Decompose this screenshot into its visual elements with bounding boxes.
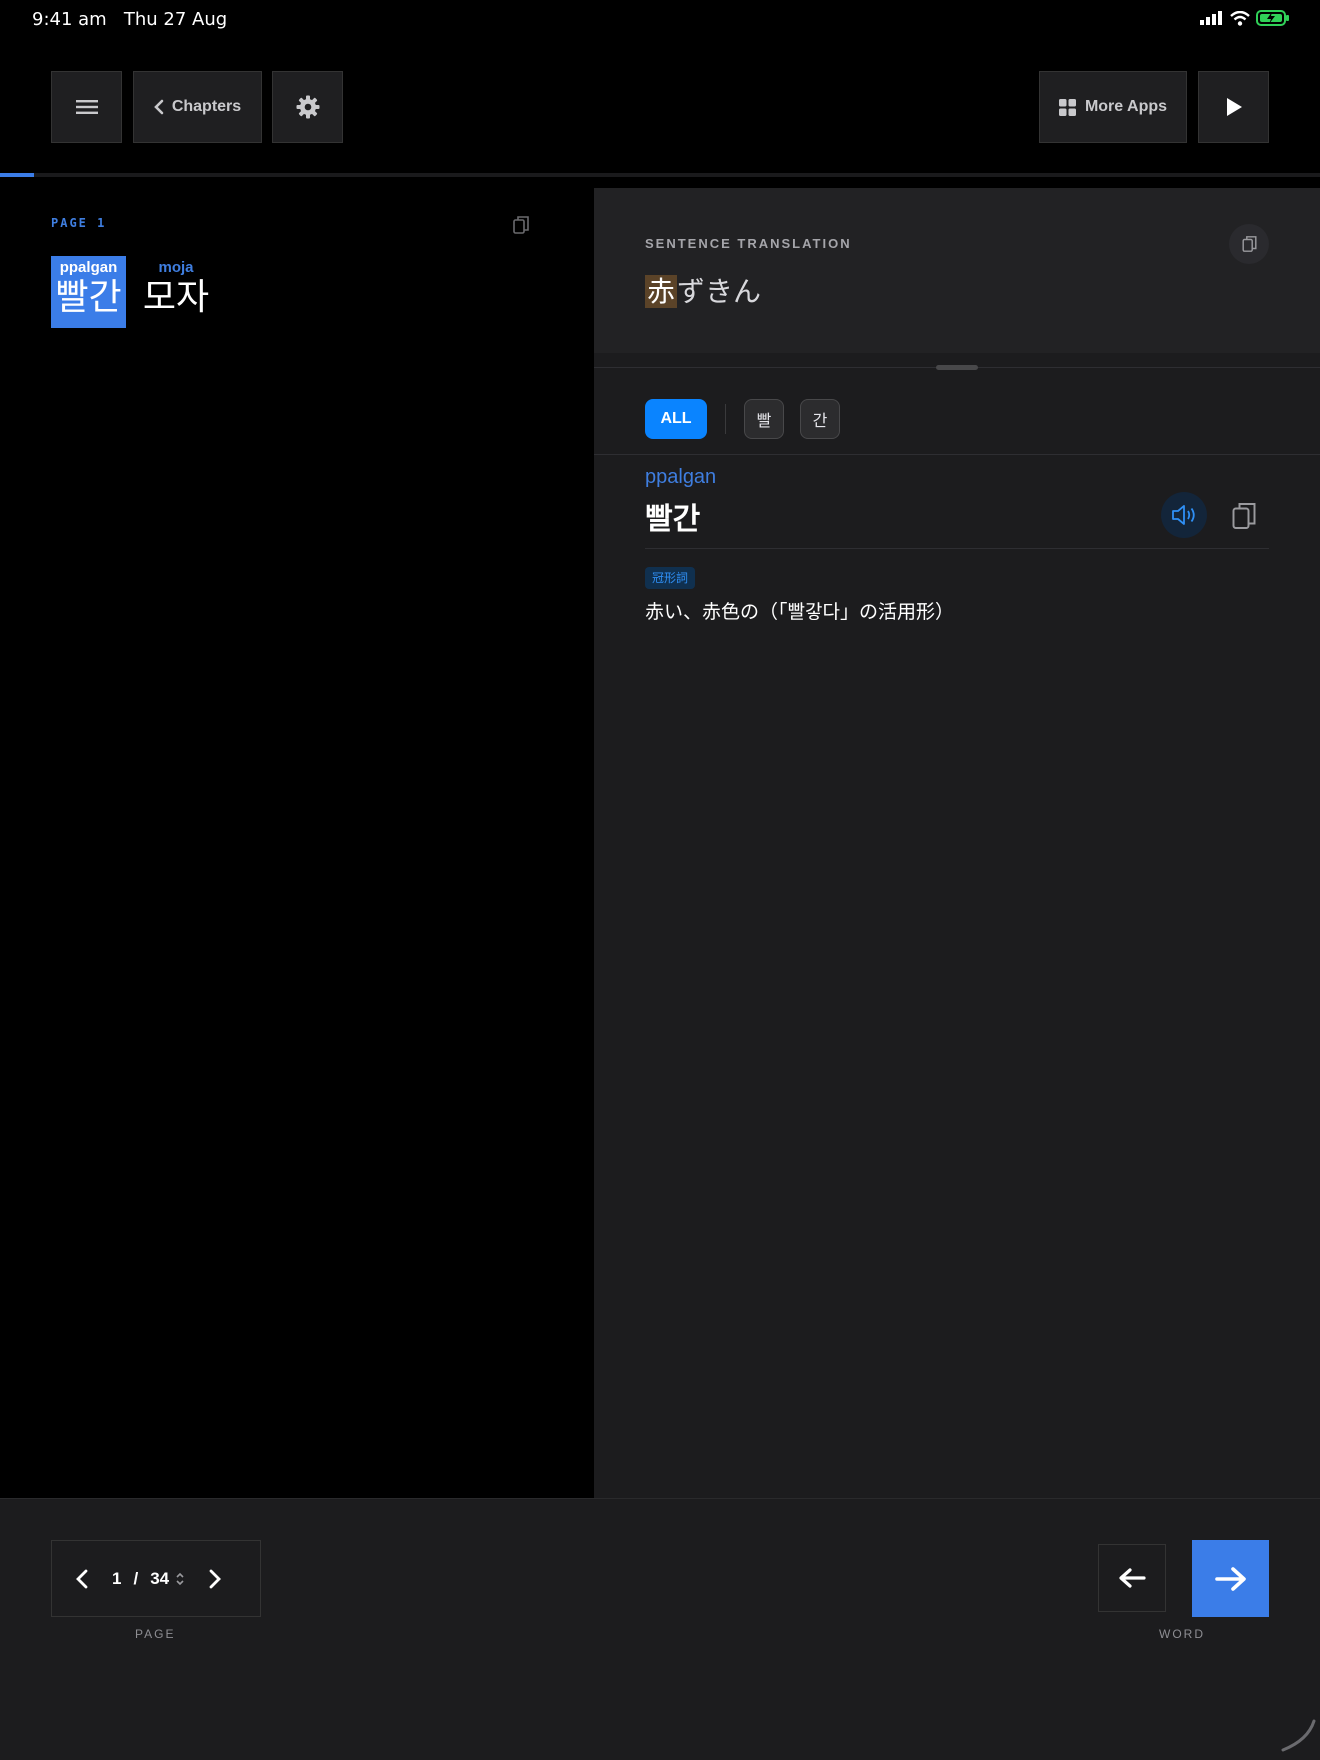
- gear-icon: [296, 95, 319, 119]
- word-token[interactable]: moja 모자: [136, 256, 216, 328]
- copy-entry-button[interactable]: [1232, 501, 1256, 535]
- status-indicators: [1200, 10, 1290, 26]
- translation-card: [594, 188, 1320, 353]
- filter-all-chip[interactable]: ALL: [645, 399, 707, 439]
- word-romanization: ppalgan: [59, 259, 118, 276]
- speaker-icon: [1172, 505, 1195, 525]
- apps-grid-icon: [1058, 98, 1076, 116]
- copy-translation-button[interactable]: [1229, 224, 1269, 264]
- status-clock: 9:41 am: [32, 9, 107, 30]
- page-caption: PAGE: [135, 1627, 176, 1641]
- current-page: 1: [112, 1568, 122, 1588]
- detail-panel: [594, 188, 1320, 1498]
- chevron-right-icon: [209, 1569, 222, 1588]
- entry-word: 빨간: [645, 502, 701, 537]
- syllable-chip[interactable]: 간: [800, 399, 840, 439]
- next-word-button[interactable]: [1192, 1540, 1269, 1617]
- arrow-right-icon: [1214, 1566, 1246, 1591]
- chevron-left-icon: [76, 1569, 88, 1588]
- page-label: PAGE 1: [51, 216, 107, 230]
- page-pager: 1 / 34: [51, 1540, 261, 1617]
- entry-romanization: ppalgan: [645, 466, 717, 488]
- copy-icon: [1232, 503, 1256, 529]
- definition-text: 赤い、赤色の（「빨갛다」の活用形）: [645, 601, 954, 623]
- part-of-speech-badge: 冠形詞: [645, 567, 696, 589]
- syllable-chip[interactable]: 빨: [744, 399, 784, 439]
- word-hangul: 빨간: [55, 277, 122, 318]
- play-icon: [1226, 98, 1242, 116]
- resize-handle[interactable]: [936, 365, 978, 370]
- play-button[interactable]: [1198, 71, 1269, 143]
- copy-icon: [1241, 236, 1257, 252]
- menu-button[interactable]: [51, 71, 122, 143]
- translation-text: 赤ずきん: [645, 272, 761, 312]
- status-time: 9:41 am Thu 27 Aug: [32, 9, 227, 30]
- entry-divider: [645, 548, 1269, 549]
- status-date: Thu 27 Aug: [123, 9, 228, 30]
- word-romanization: moja: [158, 259, 194, 276]
- total-pages: 34: [150, 1568, 170, 1588]
- filter-divider: [594, 454, 1320, 455]
- word-hangul: 모자: [142, 277, 210, 318]
- more-apps-label: More Apps: [1084, 98, 1168, 115]
- word-caption: WORD: [1159, 1627, 1205, 1641]
- page-separator: /: [133, 1568, 139, 1588]
- translation-highlight: 赤: [645, 275, 678, 308]
- up-down-chevron-icon: [176, 1572, 184, 1585]
- translation-rest: ずきん: [677, 275, 762, 308]
- settings-button[interactable]: [272, 71, 343, 143]
- chevron-left-icon: [153, 99, 164, 115]
- more-apps-button[interactable]: More Apps: [1039, 71, 1187, 143]
- wifi-icon: [1230, 10, 1250, 26]
- next-page-button[interactable]: [185, 1569, 245, 1589]
- translation-heading: SENTENCE TRANSLATION: [645, 236, 852, 251]
- cellular-signal-icon: [1200, 11, 1222, 25]
- chapters-button[interactable]: Chapters: [133, 71, 262, 143]
- pronounce-button[interactable]: [1161, 492, 1207, 538]
- reading-progress-fill: [0, 173, 35, 177]
- page-selector[interactable]: 1 / 34: [112, 1569, 169, 1589]
- word-token-selected[interactable]: ppalgan 빨간: [51, 256, 126, 328]
- chapters-label: Chapters: [171, 98, 242, 115]
- bottom-bar: [0, 1498, 1320, 1760]
- hamburger-icon: [75, 100, 98, 114]
- previous-page-button[interactable]: [52, 1569, 112, 1589]
- reading-progress-track: [0, 173, 1320, 177]
- copy-page-icon[interactable]: [513, 215, 529, 235]
- battery-charging-icon: [1256, 10, 1289, 26]
- home-indicator-corner: [1281, 1719, 1316, 1752]
- arrow-left-icon: [1119, 1568, 1146, 1588]
- previous-word-button[interactable]: [1098, 1544, 1166, 1612]
- chip-separator: [725, 404, 726, 434]
